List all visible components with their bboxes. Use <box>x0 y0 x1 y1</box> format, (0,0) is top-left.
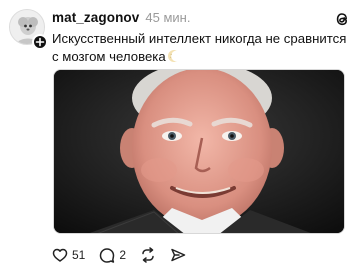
speech-bubble-icon <box>99 247 115 263</box>
post-header: mat_zagonov 45 мин. <box>52 10 190 26</box>
replies-count: 2 <box>119 248 127 262</box>
likes-count: 51 <box>72 248 86 262</box>
send-icon <box>170 247 186 263</box>
post-text-content: Искусственный интеллект никогда не сравн… <box>52 31 347 64</box>
post-image[interactable] <box>53 69 345 234</box>
threads-icon[interactable] <box>332 9 352 29</box>
post-actions: 51 2 <box>52 246 200 264</box>
like-button[interactable]: 51 <box>52 247 85 263</box>
post-text: Искусственный интеллект никогда не сравн… <box>52 30 352 68</box>
share-button[interactable] <box>170 247 186 263</box>
timestamp: 45 мин. <box>145 10 191 25</box>
repost-arrows-icon <box>140 247 156 263</box>
avatar-container[interactable] <box>9 9 48 50</box>
waning-crescent-moon-emoji <box>167 49 182 68</box>
plus-icon[interactable] <box>32 34 48 50</box>
username[interactable]: mat_zagonov <box>52 10 139 25</box>
reply-button[interactable]: 2 <box>99 247 126 263</box>
heart-icon <box>52 247 68 263</box>
repost-button[interactable] <box>140 247 156 263</box>
